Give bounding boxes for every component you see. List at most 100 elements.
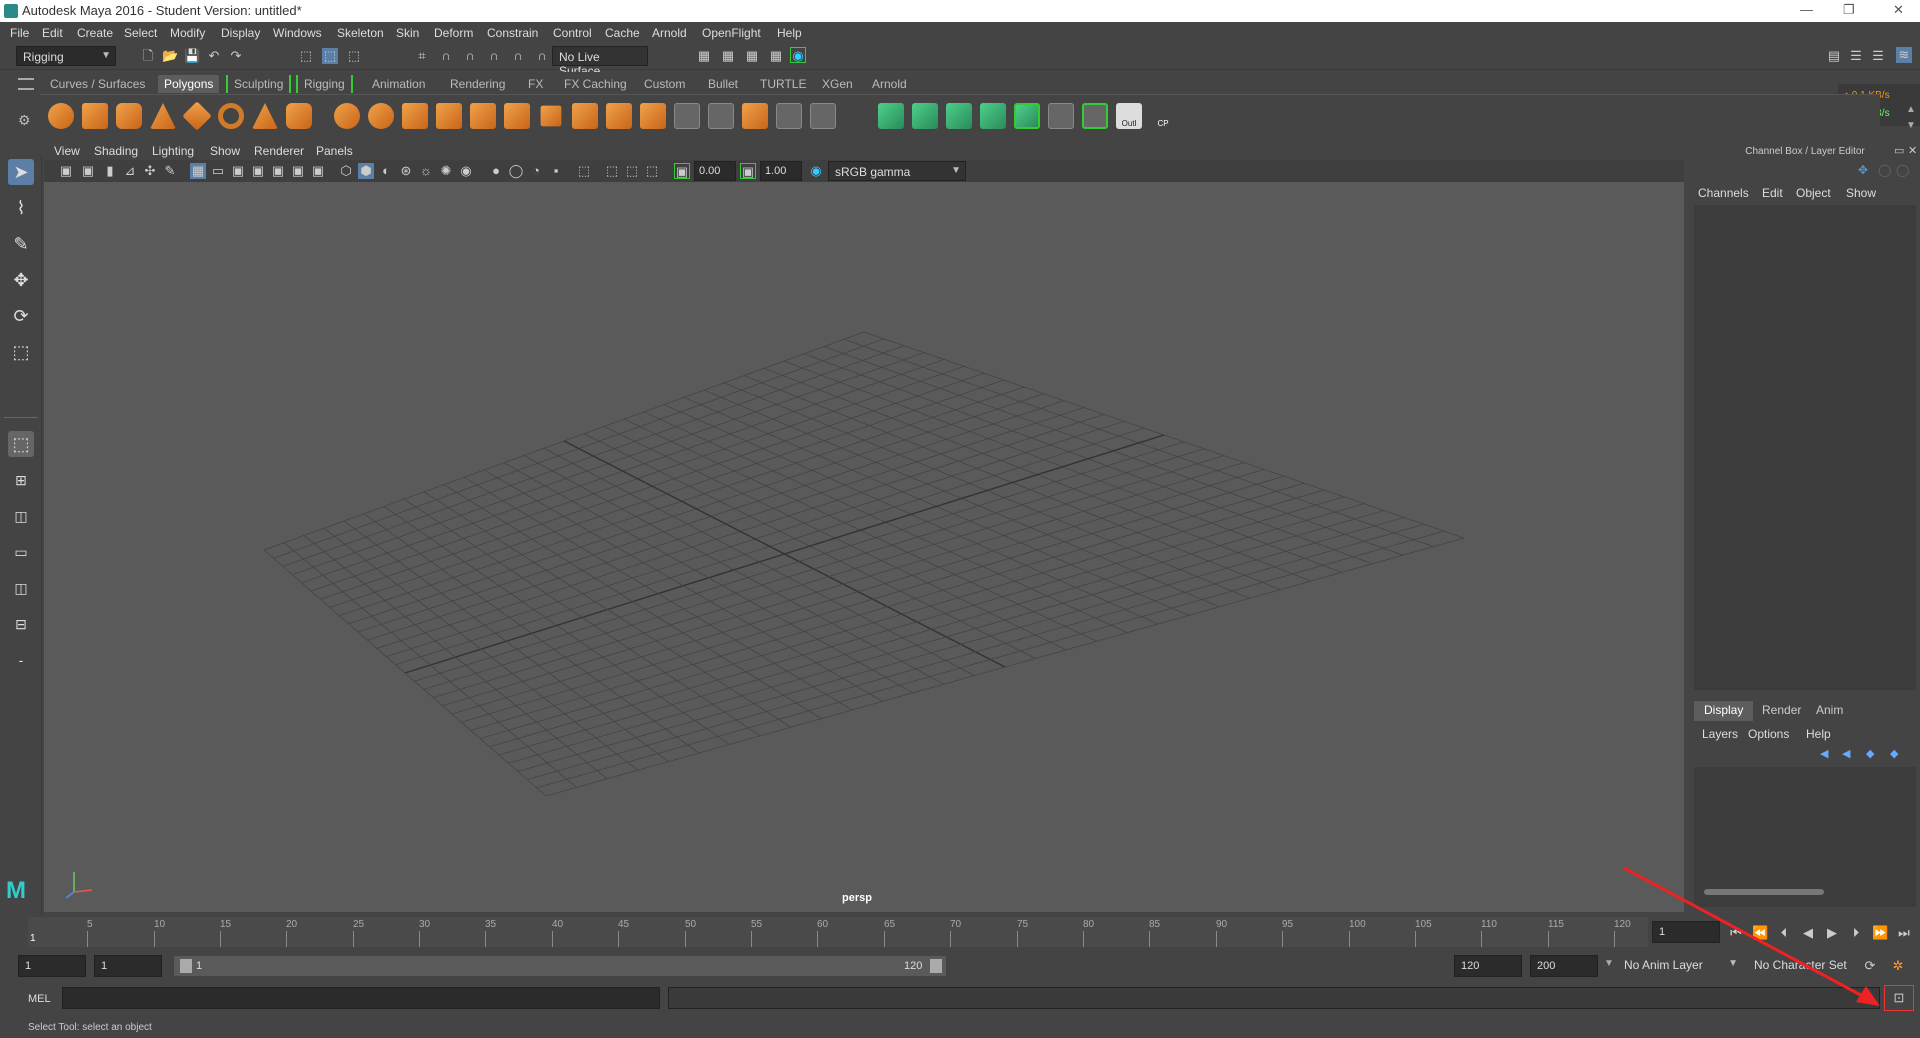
uv-editor-icon[interactable] — [1014, 103, 1040, 129]
cb-menu-channels[interactable]: Channels — [1698, 186, 1749, 200]
tab-fx-caching[interactable]: FX Caching — [558, 75, 633, 93]
tab-curves-surfaces[interactable]: Curves / Surfaces — [44, 75, 151, 93]
menuset-dropdown[interactable]: Rigging ▼ — [16, 46, 116, 66]
tab-render[interactable]: Render — [1752, 701, 1811, 721]
textured-icon[interactable]: ⊛ — [398, 163, 414, 179]
render-view-icon[interactable]: ▦ — [768, 48, 784, 64]
scale-tool-icon[interactable]: ⬚ — [8, 339, 34, 365]
fill-hole-icon[interactable] — [640, 103, 666, 129]
poly-torus-icon[interactable] — [218, 103, 244, 129]
open-scene-icon[interactable]: 📂 — [162, 48, 178, 64]
shelf-settings-icon[interactable]: ⚙ — [18, 112, 31, 129]
playback-start-field[interactable]: 1 — [94, 955, 162, 977]
restore-icon[interactable]: ❐ — [1843, 2, 1855, 18]
float-panel-icon[interactable]: ▭ — [1894, 144, 1904, 157]
vp-menu-view[interactable]: View — [54, 144, 80, 158]
menu-help[interactable]: Help — [777, 26, 802, 40]
menu-skeleton[interactable]: Skeleton — [337, 26, 384, 40]
boolean-icon[interactable] — [470, 103, 496, 129]
anim-end-field[interactable]: 200 — [1530, 955, 1598, 977]
resolution-gate-icon[interactable]: ▣ — [230, 163, 246, 179]
layer-menu-layers[interactable]: Layers — [1702, 727, 1738, 741]
move-layer-down-icon[interactable]: ◀ — [1842, 747, 1850, 760]
four-view-layout-icon[interactable]: ⊞ — [8, 467, 34, 493]
gamma-icon[interactable]: ▣ — [740, 163, 756, 179]
tab-animation[interactable]: Animation — [366, 75, 431, 93]
single-perspective-layout-icon[interactable]: ⬚ — [8, 431, 34, 457]
render-frame-icon[interactable]: ▦ — [720, 48, 736, 64]
anti-aliasing-icon[interactable]: ◯ — [508, 163, 524, 179]
snap-surface-icon[interactable]: ∩ — [510, 48, 526, 64]
xray-joints-icon[interactable]: ⬚ — [604, 163, 620, 179]
tab-turtle[interactable]: TURTLE — [754, 75, 812, 93]
menu-arnold[interactable]: Arnold — [652, 26, 687, 40]
ambient-occlusion-icon[interactable]: ◉ — [458, 163, 474, 179]
xray-active-icon[interactable]: ⬚ — [644, 163, 660, 179]
menu-cache[interactable]: Cache — [605, 26, 640, 40]
bevel-icon[interactable] — [606, 103, 632, 129]
range-start-handle[interactable] — [180, 959, 192, 973]
motion-blur-icon[interactable]: ● — [488, 163, 504, 179]
snap-live-icon[interactable]: ∩ — [534, 48, 550, 64]
menu-select[interactable]: Select — [124, 26, 157, 40]
poly-pipe-icon[interactable] — [286, 103, 312, 129]
rotate-tool-icon[interactable]: ⟳ — [8, 303, 34, 329]
use-all-lights-icon[interactable]: ☼ — [418, 163, 434, 179]
poly-cylinder-icon[interactable] — [116, 103, 142, 129]
layer-menu-options[interactable]: Options — [1748, 727, 1789, 741]
extract-icon[interactable] — [402, 103, 428, 129]
poly-cone-icon[interactable] — [150, 103, 176, 129]
layer-icon[interactable]: ◯ — [1896, 163, 1909, 177]
grid-toggle-icon[interactable]: ▦ — [190, 163, 206, 179]
persp-outliner-layout-icon[interactable]: ◫ — [8, 503, 34, 529]
menu-edit[interactable]: Edit — [42, 26, 63, 40]
combine-icon[interactable] — [334, 103, 360, 129]
move-layer-up-icon[interactable]: ◀ — [1820, 747, 1828, 760]
poly-cube-icon[interactable] — [82, 103, 108, 129]
xray-icon[interactable]: ⬚ — [576, 163, 592, 179]
cb-menu-show[interactable]: Show — [1846, 186, 1876, 200]
close-panel-icon[interactable]: ✕ — [1908, 144, 1917, 157]
mel-label[interactable]: MEL — [28, 993, 51, 1005]
persp-uv-layout-icon[interactable]: ⊟ — [8, 611, 34, 637]
vp-menu-show[interactable]: Show — [210, 144, 240, 158]
command-input[interactable] — [62, 987, 660, 1009]
live-surface-field[interactable]: No Live Surface — [552, 46, 648, 78]
tab-xgen[interactable]: XGen — [816, 75, 859, 93]
snap-point-icon[interactable]: ∩ — [462, 48, 478, 64]
select-component-icon[interactable]: ⬚ — [346, 48, 362, 64]
minimize-icon[interactable]: — — [1800, 2, 1813, 17]
multi-cut-icon[interactable] — [674, 103, 700, 129]
xray-components-icon[interactable]: ⬚ — [624, 163, 640, 179]
collapse-toolbox-icon[interactable]: - — [8, 647, 34, 673]
playback-end-field[interactable]: 120 — [1454, 955, 1522, 977]
layer-menu-help[interactable]: Help — [1806, 727, 1831, 741]
separate-icon[interactable] — [368, 103, 394, 129]
perspective-viewport[interactable]: persp — [44, 182, 1684, 912]
vp-menu-renderer[interactable]: Renderer — [254, 144, 304, 158]
exposure-field[interactable]: 0.00 — [694, 161, 736, 181]
poly-plane-icon[interactable] — [182, 101, 212, 131]
shadows-icon[interactable]: ✺ — [438, 163, 454, 179]
shelf-scroll-up-icon[interactable]: ▲ — [1906, 104, 1916, 115]
snap-grid-icon[interactable]: ⌗ — [414, 48, 430, 64]
channel-box-icon[interactable]: ✥ — [1858, 163, 1868, 177]
bridge-icon[interactable] — [572, 103, 598, 129]
channel-box-area[interactable] — [1694, 205, 1916, 690]
redo-icon[interactable]: ↷ — [228, 48, 244, 64]
uv-automatic-icon[interactable] — [980, 103, 1006, 129]
target-weld-icon[interactable] — [742, 103, 768, 129]
undo-icon[interactable]: ↶ — [206, 48, 222, 64]
snap-curve-icon[interactable]: ∩ — [438, 48, 454, 64]
menu-constrain[interactable]: Constrain — [487, 26, 538, 40]
colorspace-dropdown[interactable]: sRGB gamma ▼ — [828, 161, 966, 181]
anim-start-field[interactable]: 1 — [18, 955, 86, 977]
ipr-render-icon[interactable]: ▦ — [744, 48, 760, 64]
hypershade-layout-icon[interactable]: ◫ — [8, 575, 34, 601]
vp-menu-panels[interactable]: Panels — [316, 144, 353, 158]
uv-checker-icon[interactable] — [1048, 103, 1074, 129]
vp-menu-lighting[interactable]: Lighting — [152, 144, 194, 158]
camera-lock-icon[interactable]: ▣ — [80, 163, 96, 179]
cp-icon[interactable]: CP — [1150, 103, 1176, 129]
poly-pyramid-icon[interactable] — [252, 103, 278, 129]
